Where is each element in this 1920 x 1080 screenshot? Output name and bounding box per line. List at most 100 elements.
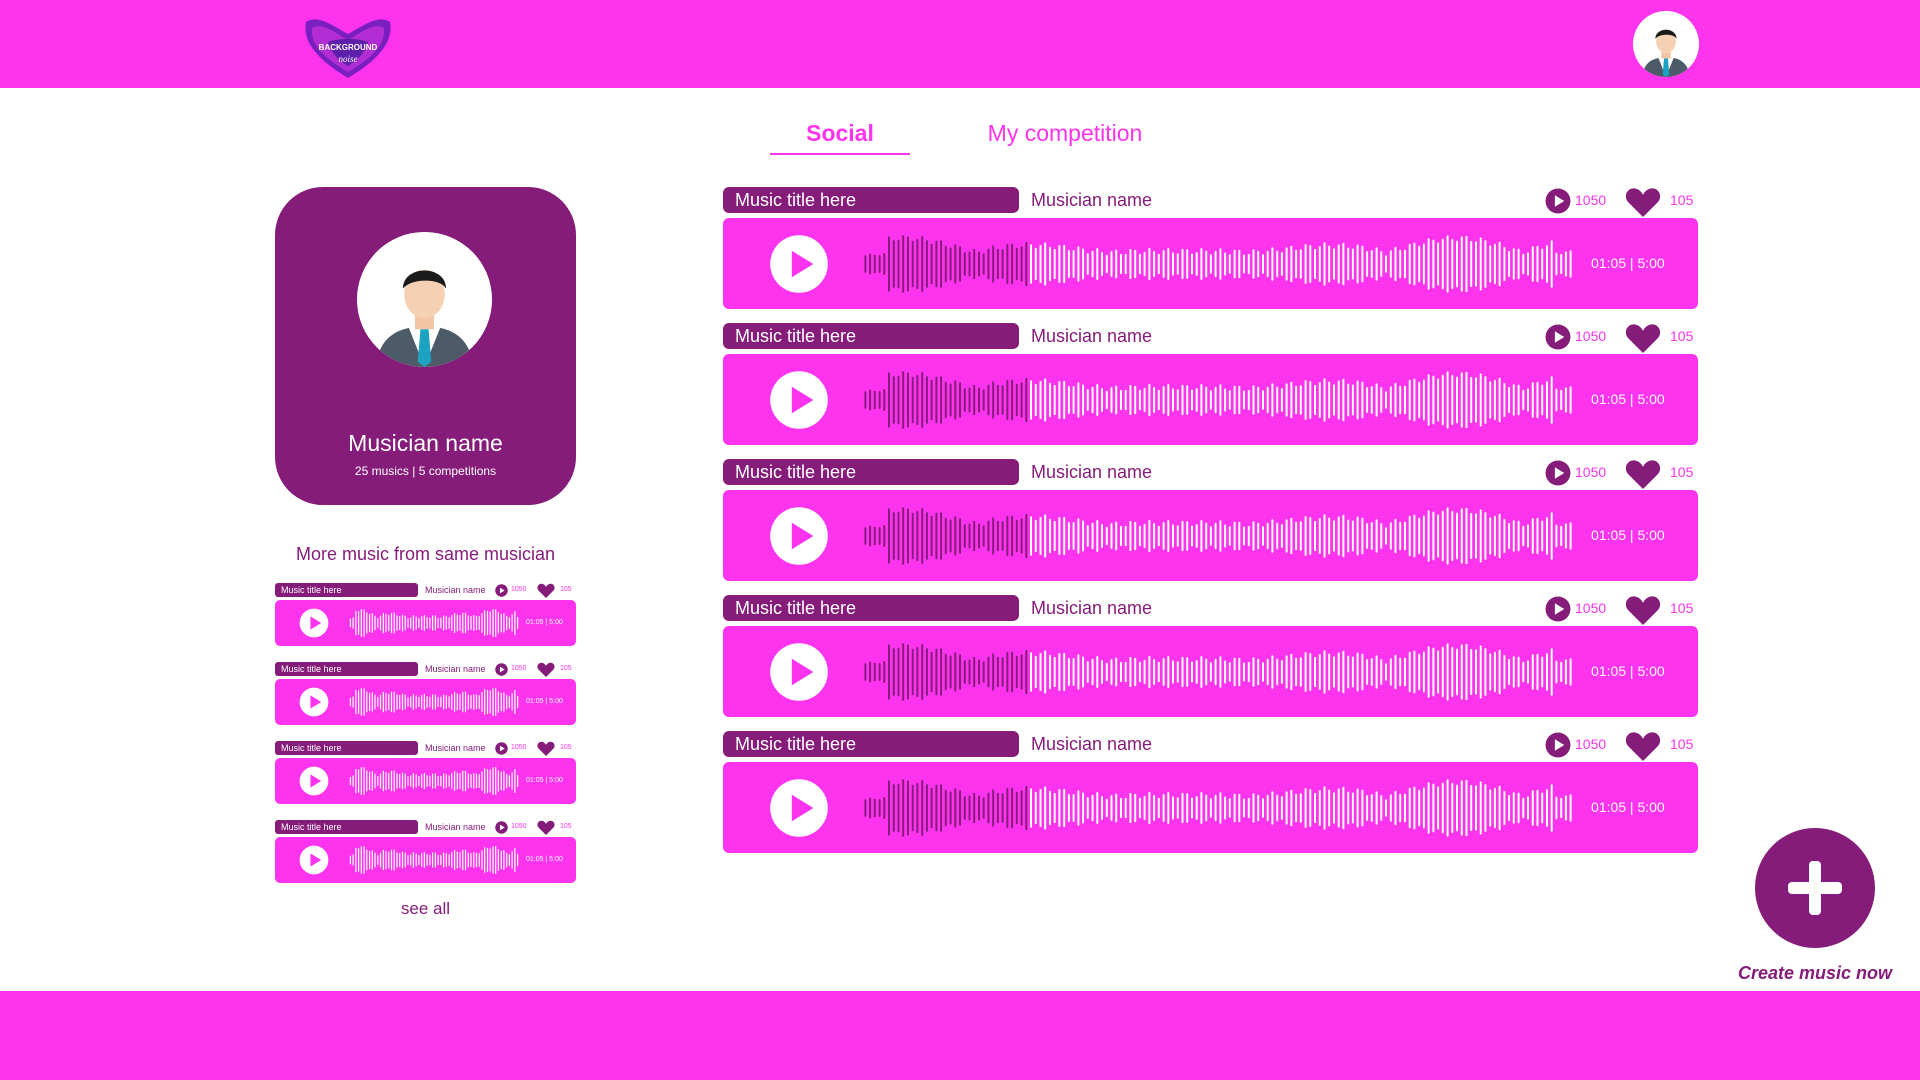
play-count: 1050 (1575, 736, 1607, 752)
waveform[interactable] (863, 232, 1573, 296)
track-time: 01:05 | 5:00 (1591, 663, 1665, 679)
tab-social[interactable]: Social (770, 120, 910, 155)
heart-icon[interactable] (537, 741, 555, 756)
like-count: 105 (560, 665, 572, 672)
play-count-icon (495, 663, 508, 676)
brand-logo[interactable]: BACKGROUND noise (298, 12, 398, 84)
track-title[interactable]: Music title here (723, 323, 1019, 349)
waveform[interactable] (349, 765, 519, 797)
small-track-musician[interactable]: Musician name (425, 820, 486, 834)
audio-player: 01:05 | 5:00 (723, 218, 1698, 309)
play-count: 1050 (511, 586, 527, 593)
waveform[interactable] (349, 607, 519, 639)
small-track-title[interactable]: Music title here (275, 820, 418, 834)
heart-icon[interactable] (537, 662, 555, 677)
small-track-title[interactable]: Music title here (275, 662, 418, 676)
tab-my-competition[interactable]: My competition (975, 120, 1155, 147)
audio-player: 01:05 | 5:00 (275, 758, 576, 804)
small-track-row: Music title here Musician name 1050 105 01:0… (275, 662, 576, 725)
waveform[interactable] (349, 686, 519, 718)
play-count-icon (495, 742, 508, 755)
track-musician[interactable]: Musician name (1031, 595, 1152, 621)
track-title[interactable]: Music title here (723, 187, 1019, 213)
musician-name: Musician name (348, 430, 503, 456)
track-time: 01:05 | 5:00 (1591, 255, 1665, 271)
svg-text:noise: noise (339, 54, 358, 64)
plus-icon (1788, 861, 1842, 915)
audio-player: 01:05 | 5:00 (723, 354, 1698, 445)
track-musician[interactable]: Musician name (1031, 323, 1152, 349)
track-title[interactable]: Music title here (723, 595, 1019, 621)
track-title[interactable]: Music title here (723, 459, 1019, 485)
small-track-title[interactable]: Music title here (275, 741, 418, 755)
waveform[interactable] (863, 368, 1573, 432)
waveform[interactable] (863, 776, 1573, 840)
track-title[interactable]: Music title here (723, 731, 1019, 757)
see-all-link[interactable]: see all (275, 899, 576, 919)
track-time: 01:05 | 5:00 (526, 619, 563, 626)
small-track-musician[interactable]: Musician name (425, 741, 486, 755)
musician-stats: 25 musics | 5 competitions (354, 464, 497, 478)
create-music-label: Create music now (1737, 963, 1893, 983)
waveform[interactable] (863, 504, 1573, 568)
like-count: 105 (560, 586, 572, 593)
small-track-musician[interactable]: Musician name (425, 662, 486, 676)
user-avatar[interactable] (1633, 11, 1699, 77)
like-count: 105 (1670, 736, 1694, 752)
play-button[interactable] (769, 370, 829, 430)
play-count: 1050 (1575, 328, 1607, 344)
play-count: 1050 (511, 665, 527, 672)
track-musician[interactable]: Musician name (1031, 459, 1152, 485)
play-count-icon (1545, 188, 1571, 214)
track-time: 01:05 | 5:00 (526, 698, 563, 705)
play-button[interactable] (299, 766, 329, 796)
play-count-icon (495, 584, 508, 597)
play-button[interactable] (299, 687, 329, 717)
heart-icon[interactable] (537, 583, 555, 598)
waveform[interactable] (349, 844, 519, 876)
like-count: 105 (1670, 328, 1694, 344)
audio-player: 01:05 | 5:00 (275, 679, 576, 725)
play-button[interactable] (299, 608, 329, 638)
track-musician[interactable]: Musician name (1031, 187, 1152, 213)
play-button[interactable] (769, 778, 829, 838)
play-count: 1050 (1575, 600, 1607, 616)
audio-player: 01:05 | 5:00 (723, 626, 1698, 717)
more-music-heading: More music from same musician (295, 544, 556, 564)
track-time: 01:05 | 5:00 (526, 777, 563, 784)
small-track-musician[interactable]: Musician name (425, 583, 486, 597)
track-row: Music title here Musician name 1050 105 01:0… (723, 731, 1698, 853)
track-time: 01:05 | 5:00 (1591, 799, 1665, 815)
footer-bar (0, 991, 1920, 1080)
track-time: 01:05 | 5:00 (526, 856, 563, 863)
svg-text:BACKGROUND: BACKGROUND (319, 43, 378, 52)
user-avatar-icon (1633, 11, 1699, 77)
audio-player: 01:05 | 5:00 (275, 600, 576, 646)
audio-player: 01:05 | 5:00 (723, 762, 1698, 853)
create-music-button[interactable] (1755, 828, 1875, 948)
play-button[interactable] (769, 234, 829, 294)
waveform[interactable] (863, 640, 1573, 704)
heart-icon[interactable] (1625, 187, 1661, 217)
play-button[interactable] (769, 506, 829, 566)
small-track-title[interactable]: Music title here (275, 583, 418, 597)
heart-icon[interactable] (1625, 595, 1661, 625)
play-count-icon (1545, 460, 1571, 486)
play-button[interactable] (299, 845, 329, 875)
play-button[interactable] (769, 642, 829, 702)
track-musician[interactable]: Musician name (1031, 731, 1152, 757)
heart-icon[interactable] (1625, 323, 1661, 353)
heart-icon[interactable] (1625, 459, 1661, 489)
heart-icon[interactable] (1625, 731, 1661, 761)
play-count: 1050 (511, 823, 527, 830)
play-count-icon (1545, 596, 1571, 622)
track-row: Music title here Musician name 1050 105 01:0… (723, 595, 1698, 717)
audio-player: 01:05 | 5:00 (723, 490, 1698, 581)
track-time: 01:05 | 5:00 (1591, 391, 1665, 407)
top-bar (0, 0, 1920, 88)
like-count: 105 (1670, 600, 1694, 616)
small-track-row: Music title here Musician name 1050 105 01:0… (275, 583, 576, 646)
heart-icon[interactable] (537, 820, 555, 835)
musician-profile-card: Musician name 25 musics | 5 competitions (275, 187, 576, 505)
track-row: Music title here Musician name 1050 105 01:0… (723, 459, 1698, 581)
